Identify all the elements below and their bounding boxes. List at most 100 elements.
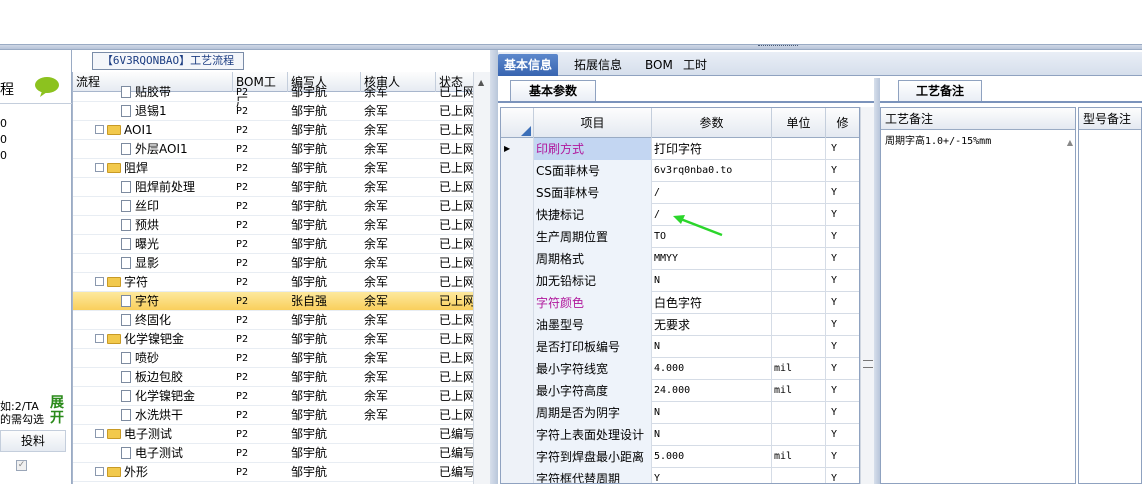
param-cell-value[interactable]: /: [652, 182, 772, 204]
tab-basic-params[interactable]: 基本参数: [510, 80, 596, 102]
param-row[interactable]: 字符颜色 白色字符 Y: [501, 292, 859, 314]
row-indicator[interactable]: [501, 314, 534, 336]
collapse-icon[interactable]: −: [95, 334, 104, 343]
horizontal-splitter[interactable]: [0, 44, 1142, 50]
param-cell-value[interactable]: N: [652, 424, 772, 446]
param-row[interactable]: 油墨型号 无要求 Y: [501, 314, 859, 336]
tab-work-hours[interactable]: 工时: [677, 54, 713, 76]
param-cell-value[interactable]: N: [652, 336, 772, 358]
param-row[interactable]: 是否打印板编号 N Y: [501, 336, 859, 358]
tree-row[interactable]: 外层AOI1 P2 邹宇航 余军 已上网: [73, 140, 490, 159]
tree-node[interactable]: 预烘: [121, 216, 233, 235]
row-indicator[interactable]: [501, 380, 534, 402]
tree-node[interactable]: 显影: [121, 254, 233, 273]
tree-node[interactable]: 曝光: [121, 235, 233, 254]
param-row[interactable]: SS面菲林号 / Y: [501, 182, 859, 204]
tree-row[interactable]: 字符 P2 张自强 余军 已上网: [73, 292, 490, 311]
row-indicator[interactable]: [501, 424, 534, 446]
tree-node[interactable]: 贴胶带: [121, 83, 233, 102]
tree-row[interactable]: − AOI1 P2 邹宇航 余军 已上网: [73, 121, 490, 140]
tree-node[interactable]: − 字符: [95, 273, 233, 292]
tree-node[interactable]: 丝印: [121, 197, 233, 216]
tab-process-notes[interactable]: 工艺备注: [898, 80, 982, 102]
tree-node[interactable]: 字符: [121, 292, 233, 311]
param-cell-value[interactable]: 4.000: [652, 358, 772, 380]
tree-row[interactable]: 电子测试 P2 邹宇航 已编写: [73, 444, 490, 463]
tree-node[interactable]: 退锡1: [121, 102, 233, 121]
param-row[interactable]: 字符上表面处理设计 N Y: [501, 424, 859, 446]
tree-row[interactable]: 曝光 P2 邹宇航 余军 已上网: [73, 235, 490, 254]
tree-node[interactable]: − 外形: [95, 463, 233, 482]
feed-checkbox[interactable]: ✓: [16, 460, 27, 471]
param-row[interactable]: ▶ 印刷方式 打印字符 Y: [501, 138, 859, 160]
param-cell-value[interactable]: 打印字符: [652, 138, 772, 160]
row-indicator[interactable]: [501, 248, 534, 270]
collapse-icon[interactable]: −: [95, 429, 104, 438]
scroll-up-icon[interactable]: ▲: [478, 78, 484, 87]
expand-button[interactable]: 展开: [48, 396, 66, 428]
tree-row[interactable]: 水洗烘干 P2 邹宇航 余军 已上网: [73, 406, 490, 425]
tree-row[interactable]: − 电子测试 P2 邹宇航 已编写: [73, 425, 490, 444]
tree-row[interactable]: 阻焊前处理 P2 邹宇航 余军 已上网: [73, 178, 490, 197]
tree-row[interactable]: − 字符 P2 邹宇航 余军 已上网: [73, 273, 490, 292]
tree-row[interactable]: 贴胶带 P2 邹宇航 余军 已上网: [73, 83, 490, 102]
param-row[interactable]: CS面菲林号 6v3rq0nba0.to Y: [501, 160, 859, 182]
splitter-grip[interactable]: [758, 45, 798, 48]
collapse-icon[interactable]: −: [95, 277, 104, 286]
param-row[interactable]: 字符框代替周期 Y Y: [501, 468, 859, 483]
tree-node[interactable]: 阻焊前处理: [121, 178, 233, 197]
tree-node[interactable]: − 阻焊: [95, 159, 233, 178]
param-cell-value[interactable]: 6v3rq0nba0.to: [652, 160, 772, 182]
collapse-icon[interactable]: −: [95, 163, 104, 172]
chat-bubble-icon[interactable]: [34, 76, 60, 98]
process-notes-text[interactable]: 周期字高1.0+/-15%mm: [881, 130, 1075, 149]
tab-basic-info[interactable]: 基本信息: [498, 54, 559, 76]
tree-node[interactable]: 外层AOI1: [121, 140, 233, 159]
scroll-grip-icon[interactable]: [863, 360, 873, 368]
tree-node[interactable]: 喷砂: [121, 349, 233, 368]
row-indicator[interactable]: [501, 292, 534, 314]
collapse-icon[interactable]: −: [95, 125, 104, 134]
tree-row[interactable]: − 阻焊 P2 邹宇航 余军 已上网: [73, 159, 490, 178]
row-indicator[interactable]: [501, 336, 534, 358]
tab-bom[interactable]: BOM: [639, 54, 679, 76]
tree-node[interactable]: 板边包胶: [121, 368, 233, 387]
tree-row[interactable]: 喷砂 P2 邹宇航 余军 已上网: [73, 349, 490, 368]
tree-row[interactable]: 显影 P2 邹宇航 余军 已上网: [73, 254, 490, 273]
tree-node[interactable]: 终固化: [121, 311, 233, 330]
param-row[interactable]: 加无铅标记 N Y: [501, 270, 859, 292]
row-indicator[interactable]: [501, 270, 534, 292]
param-cell-value[interactable]: Y: [652, 468, 772, 483]
tree-node[interactable]: − 化学镍钯金: [95, 330, 233, 349]
param-row[interactable]: 最小字符线宽 4.000 mil Y: [501, 358, 859, 380]
tree-node[interactable]: 电子测试: [121, 444, 233, 463]
grid-scrollbar[interactable]: [860, 107, 874, 484]
row-indicator[interactable]: [501, 402, 534, 424]
row-indicator[interactable]: [501, 204, 534, 226]
col-item[interactable]: 项目: [534, 108, 652, 138]
param-cell-value[interactable]: N: [652, 402, 772, 424]
notes-scroll-up-icon[interactable]: ▲: [1067, 138, 1073, 147]
param-row[interactable]: 字符到焊盘最小距离 5.000 mil Y: [501, 446, 859, 468]
param-cell-value[interactable]: 24.000: [652, 380, 772, 402]
tree-row[interactable]: − 外形 P2 邹宇航 已编写: [73, 463, 490, 482]
col-param[interactable]: 参数: [652, 108, 772, 138]
row-indicator[interactable]: [501, 226, 534, 248]
param-row[interactable]: 周期格式 MMYY Y: [501, 248, 859, 270]
vertical-splitter[interactable]: [490, 50, 498, 484]
param-row[interactable]: 最小字符高度 24.000 mil Y: [501, 380, 859, 402]
param-cell-value[interactable]: MMYY: [652, 248, 772, 270]
tree-node[interactable]: − AOI1: [95, 121, 233, 140]
col-modify[interactable]: 修: [826, 108, 859, 138]
param-cell-value[interactable]: 5.000: [652, 446, 772, 468]
row-indicator[interactable]: [501, 446, 534, 468]
tree-scrollbar[interactable]: ▲: [473, 72, 490, 484]
tree-node[interactable]: 水洗烘干: [121, 406, 233, 425]
tree-row[interactable]: 退锡1 P2 邹宇航 余军 已上网: [73, 102, 490, 121]
row-indicator[interactable]: [501, 358, 534, 380]
tree-node[interactable]: 化学镍钯金: [121, 387, 233, 406]
tree-row[interactable]: 化学镍钯金 P2 邹宇航 余军 已上网: [73, 387, 490, 406]
row-indicator[interactable]: [501, 182, 534, 204]
param-cell-value[interactable]: N: [652, 270, 772, 292]
col-unit[interactable]: 单位: [772, 108, 826, 138]
